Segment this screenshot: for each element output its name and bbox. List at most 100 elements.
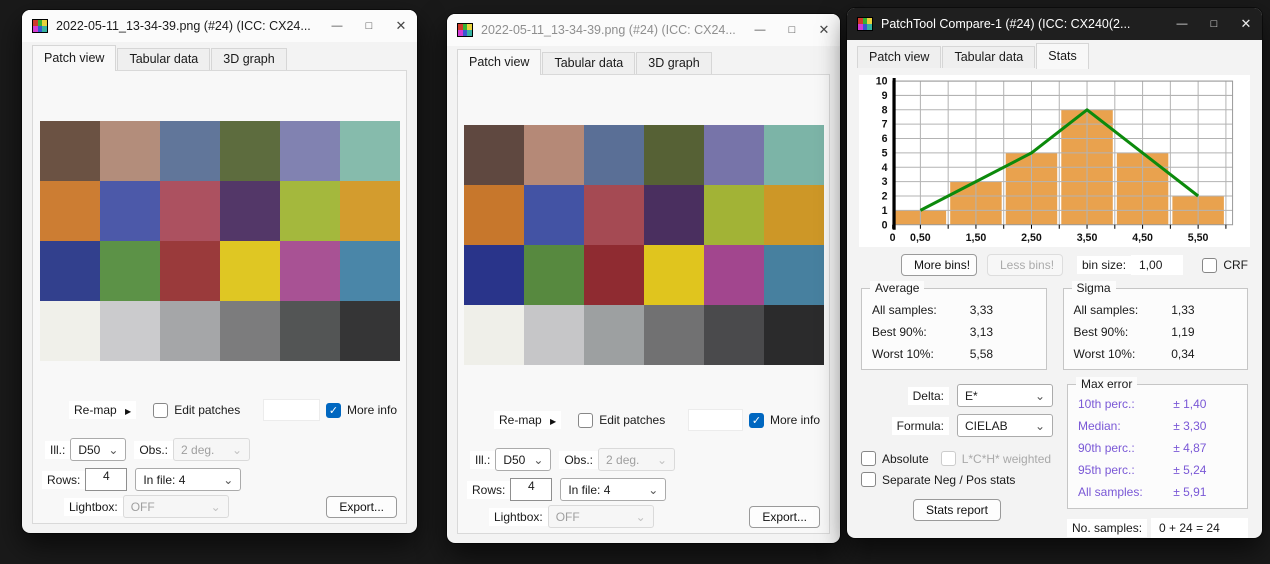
stat-row: All samples: 1,33 xyxy=(1064,299,1248,321)
more-info-checkbox[interactable]: ✓ xyxy=(748,412,764,428)
color-patch[interactable] xyxy=(279,241,340,301)
color-patch[interactable] xyxy=(159,241,220,301)
color-patch[interactable] xyxy=(643,125,704,185)
minimize-icon[interactable]: — xyxy=(321,10,353,42)
close-icon[interactable]: ✕ xyxy=(385,10,417,42)
export-button[interactable]: Export... xyxy=(749,505,820,528)
formula-select[interactable]: CIELAB ⌄ xyxy=(957,414,1053,437)
color-patch[interactable] xyxy=(279,181,340,241)
svg-text:3,50: 3,50 xyxy=(1077,232,1098,244)
titlebar[interactable]: 2022-05-11_13-34-39.png (#24) (ICC: CX24… xyxy=(22,10,417,42)
color-patch[interactable] xyxy=(279,301,340,361)
export-button[interactable]: Export... xyxy=(326,495,397,518)
color-patch[interactable] xyxy=(159,301,220,361)
tab-3d-graph[interactable]: 3D graph xyxy=(211,48,287,70)
absolute-checkbox[interactable] xyxy=(861,451,876,466)
color-patch[interactable] xyxy=(463,125,524,185)
more-bins-button[interactable]: More bins! xyxy=(901,254,977,276)
color-patch[interactable] xyxy=(703,245,764,305)
color-patch[interactable] xyxy=(583,245,644,305)
bin-size-value[interactable]: 1,00 xyxy=(1131,255,1184,275)
tab-patch-view[interactable]: Patch view xyxy=(857,46,942,68)
titlebar[interactable]: 2022-05-11_13-34-39.png (#24) (ICC: CX24… xyxy=(447,14,840,46)
color-patch[interactable] xyxy=(219,181,280,241)
patch-name-field[interactable] xyxy=(688,409,743,431)
color-patch[interactable] xyxy=(763,305,824,365)
color-patch[interactable] xyxy=(39,181,100,241)
minimize-icon[interactable]: — xyxy=(744,14,776,46)
minimize-icon[interactable]: — xyxy=(1166,8,1198,40)
stat-row: All samples: 3,33 xyxy=(862,299,1046,321)
edit-patches-checkbox[interactable] xyxy=(578,412,594,428)
color-patch[interactable] xyxy=(763,185,824,245)
color-patch[interactable] xyxy=(339,301,400,361)
maximize-icon[interactable]: □ xyxy=(1198,8,1230,40)
color-patch[interactable] xyxy=(99,121,160,181)
tab-tabular-data[interactable]: Tabular data xyxy=(942,46,1036,68)
color-patch[interactable] xyxy=(39,241,100,301)
close-icon[interactable]: ✕ xyxy=(808,14,840,46)
color-patch[interactable] xyxy=(463,305,524,365)
color-patch[interactable] xyxy=(703,185,764,245)
more-info-checkbox[interactable]: ✓ xyxy=(325,402,341,418)
window-title: 2022-05-11_13-34-39.png (#24) (ICC: CX24… xyxy=(481,23,736,37)
crf-checkbox[interactable] xyxy=(1202,257,1218,273)
rows-input[interactable]: 4 xyxy=(85,468,128,491)
color-patch[interactable] xyxy=(339,121,400,181)
edit-patches-checkbox[interactable] xyxy=(153,402,169,418)
color-patch[interactable] xyxy=(523,185,584,245)
tab-patch-view[interactable]: Patch view xyxy=(457,49,542,75)
color-patch[interactable] xyxy=(99,181,160,241)
in-file-select[interactable]: In file: 4 ⌄ xyxy=(135,468,242,491)
stats-report-button[interactable]: Stats report xyxy=(912,499,1002,521)
tab-patch-view[interactable]: Patch view xyxy=(32,45,117,71)
color-patch[interactable] xyxy=(279,121,340,181)
tab-tabular-data[interactable]: Tabular data xyxy=(542,52,636,74)
color-patch[interactable] xyxy=(643,245,704,305)
color-patch[interactable] xyxy=(523,305,584,365)
color-patch[interactable] xyxy=(463,185,524,245)
tab-stats[interactable]: Stats xyxy=(1036,43,1089,69)
maximize-icon[interactable]: □ xyxy=(776,14,808,46)
color-patch[interactable] xyxy=(643,305,704,365)
color-patch[interactable] xyxy=(703,305,764,365)
color-patch[interactable] xyxy=(763,245,824,305)
illuminant-select[interactable]: D50 ⌄ xyxy=(70,438,127,461)
delta-select[interactable]: E* ⌄ xyxy=(957,384,1053,407)
maximize-icon[interactable]: □ xyxy=(353,10,385,42)
color-patch[interactable] xyxy=(583,185,644,245)
rows-input[interactable]: 4 xyxy=(510,478,553,501)
color-patch[interactable] xyxy=(763,125,824,185)
tab-tabular-data[interactable]: Tabular data xyxy=(117,48,211,70)
titlebar[interactable]: PatchTool Compare-1 (#24) (ICC: CX240(2.… xyxy=(847,8,1262,40)
remap-button[interactable]: Re-map ▶ xyxy=(69,401,137,419)
separate-neg-pos-checkbox[interactable] xyxy=(861,472,876,487)
close-icon[interactable]: ✕ xyxy=(1230,8,1262,40)
color-patch[interactable] xyxy=(39,121,100,181)
color-patch[interactable] xyxy=(339,241,400,301)
in-file-select[interactable]: In file: 4 ⌄ xyxy=(560,478,667,501)
remap-button[interactable]: Re-map ▶ xyxy=(494,411,562,429)
color-patch[interactable] xyxy=(39,301,100,361)
color-patch[interactable] xyxy=(583,305,644,365)
bin-size-label: bin size: xyxy=(1077,256,1132,274)
illuminant-select[interactable]: D50 ⌄ xyxy=(495,448,552,471)
color-patch[interactable] xyxy=(463,245,524,305)
color-patch[interactable] xyxy=(219,241,280,301)
color-patch[interactable] xyxy=(703,125,764,185)
tab-3d-graph[interactable]: 3D graph xyxy=(636,52,712,74)
color-patch[interactable] xyxy=(99,301,160,361)
color-patch[interactable] xyxy=(219,121,280,181)
color-patch[interactable] xyxy=(99,241,160,301)
stat-value: 1,19 xyxy=(1171,325,1195,339)
color-patch[interactable] xyxy=(159,181,220,241)
color-patch[interactable] xyxy=(523,245,584,305)
color-patch[interactable] xyxy=(159,121,220,181)
color-patch[interactable] xyxy=(583,125,644,185)
color-patch[interactable] xyxy=(523,125,584,185)
color-patch[interactable] xyxy=(643,185,704,245)
color-patch[interactable] xyxy=(219,301,280,361)
patch-name-field[interactable] xyxy=(263,399,320,421)
patch-grid xyxy=(463,125,824,365)
color-patch[interactable] xyxy=(339,181,400,241)
